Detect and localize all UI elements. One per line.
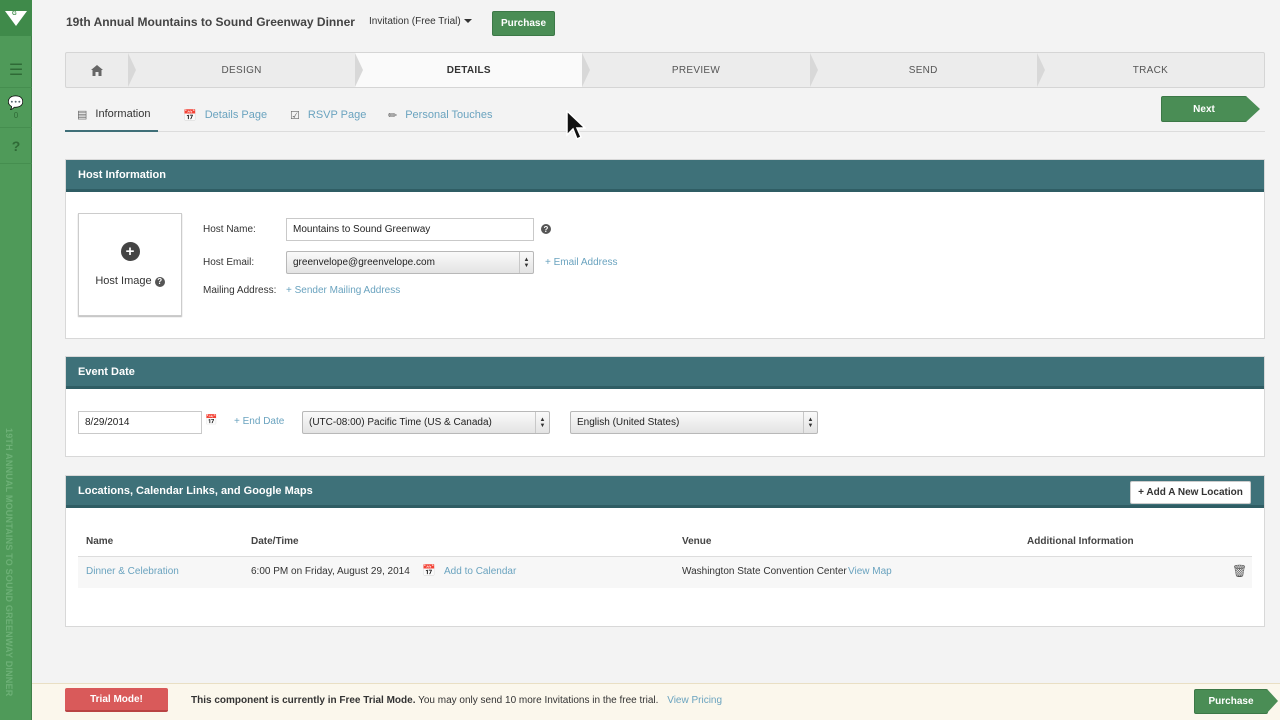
select-arrows-icon: ▲ ▼ — [535, 412, 549, 433]
host-information-panel: Host Information + Host Image ? Host Nam… — [65, 159, 1265, 339]
event-date-panel: Event Date 8/29/2014 📅 + End Date (UTC-0… — [65, 356, 1265, 457]
host-image-upload[interactable]: + Host Image ? — [78, 213, 182, 316]
host-image-label: Host Image — [95, 275, 152, 287]
step-details[interactable]: DETAILS — [355, 53, 591, 87]
tab-rsvp-page-label: RSVP Page — [307, 109, 367, 121]
view-map-link[interactable]: View Map — [848, 566, 892, 577]
help-circle-icon[interactable]: ? — [154, 276, 165, 287]
wizard-steps: DESIGN DETAILS PREVIEW SEND TRACK — [65, 52, 1265, 88]
host-information-header: Host Information — [66, 160, 1264, 192]
trial-message-bold: This component is currently in Free Tria… — [191, 695, 416, 706]
tab-details-page-label: Details Page — [204, 109, 268, 121]
step-send[interactable]: SEND — [810, 53, 1046, 87]
tab-information-label: Information — [95, 108, 151, 120]
host-name-label: Host Name: — [203, 224, 256, 235]
invitation-dropdown[interactable]: Invitation (Free Trial) — [369, 16, 472, 27]
mouse-cursor-icon — [566, 110, 586, 141]
invitation-dropdown-label: Invitation (Free Trial) — [369, 16, 461, 27]
mailing-address-label: Mailing Address: — [203, 285, 277, 296]
host-email-select[interactable]: greenvelope@greenvelope.com ▲ ▼ — [286, 251, 534, 274]
timezone-select[interactable]: (UTC-08:00) Pacific Time (US & Canada) ▲… — [302, 411, 550, 434]
trial-message: This component is currently in Free Tria… — [191, 695, 722, 706]
add-mailing-address-link[interactable]: + Sender Mailing Address — [286, 285, 400, 296]
trash-icon[interactable]: 🗑 — [1232, 564, 1247, 578]
add-to-calendar-link[interactable]: Add to Calendar — [444, 566, 516, 577]
locations-panel: Locations, Calendar Links, and Google Ma… — [65, 475, 1265, 627]
add-location-button[interactable]: + Add A New Location — [1130, 481, 1251, 504]
left-sidebar: G ☰ 💬 0 ? 19TH ANNUAL MOUNTAINS TO SOUND … — [0, 0, 32, 720]
tab-personal-touches[interactable]: ✏ Personal Touches — [388, 98, 492, 132]
location-name-link[interactable]: Dinner & Celebration — [86, 566, 179, 577]
select-arrows-icon: ▲ ▼ — [519, 252, 533, 273]
comment-count: 0 — [13, 111, 19, 120]
step-preview[interactable]: PREVIEW — [582, 53, 818, 87]
step-design[interactable]: DESIGN — [128, 53, 364, 87]
top-bar: 19th Annual Mountains to Sound Greenway … — [32, 0, 1280, 46]
event-title: 19th Annual Mountains to Sound Greenway … — [66, 15, 355, 29]
step-home[interactable] — [66, 53, 136, 87]
purchase-button[interactable]: Purchase — [492, 11, 555, 36]
plus-icon: + — [120, 242, 140, 261]
language-value: English (United States) — [577, 417, 680, 428]
host-name-help-icon[interactable]: ? — [541, 224, 551, 234]
form-icon: ▤ — [77, 108, 88, 121]
venue-name: Washington State Convention Center — [682, 566, 847, 577]
greenvelope-logo[interactable]: G — [0, 0, 32, 36]
sub-tabs: ▤ Information 📅 Details Page ☑ RSVP Page ✏ P… — [65, 98, 1265, 132]
add-email-link[interactable]: + Email Address — [545, 257, 618, 268]
table-row: Dinner & Celebration 6:00 PM on Friday, … — [78, 557, 1252, 588]
trial-mode-button[interactable]: Trial Mode! — [65, 688, 168, 712]
column-header-additional: Additional Information — [1027, 536, 1134, 547]
add-end-date-link[interactable]: + End Date — [234, 416, 284, 427]
tab-details-page[interactable]: 📅 Details Page — [183, 98, 267, 132]
locations-header: Locations, Calendar Links, and Google Ma… — [66, 476, 1264, 508]
location-datetime: 6:00 PM on Friday, August 29, 2014 — [251, 566, 410, 577]
menu-icon[interactable]: ☰ — [0, 52, 32, 88]
event-date-header: Event Date — [66, 357, 1264, 389]
column-header-name: Name — [86, 536, 114, 547]
next-button[interactable]: Next — [1161, 96, 1247, 122]
home-icon — [91, 64, 103, 76]
tab-rsvp-page[interactable]: ☑ RSVP Page — [290, 98, 366, 132]
timezone-value: (UTC-08:00) Pacific Time (US & Canada) — [309, 417, 492, 428]
tab-information[interactable]: ▤ Information — [65, 98, 159, 132]
calendar-picker-icon[interactable]: 📅 — [205, 415, 217, 426]
host-name-input[interactable]: Mountains to Sound Greenway — [286, 218, 534, 241]
host-email-value: greenvelope@greenvelope.com — [293, 257, 435, 268]
checkbox-icon: ☑ — [290, 109, 300, 122]
tab-personal-touches-label: Personal Touches — [405, 109, 493, 121]
calendar-icon: 📅 — [422, 565, 436, 577]
caret-down-icon — [463, 19, 472, 24]
step-track[interactable]: TRACK — [1037, 53, 1264, 87]
calendar-icon: 📅 — [183, 109, 197, 122]
column-header-datetime: Date/Time — [251, 536, 299, 547]
trial-bar: Trial Mode! This component is currently … — [32, 683, 1280, 720]
host-email-label: Host Email: — [203, 257, 255, 268]
purchase-arrow-icon[interactable] — [1267, 689, 1278, 713]
column-header-venue: Venue — [682, 536, 712, 547]
help-icon[interactable]: ? — [0, 128, 32, 164]
locations-table: Name Date/Time Venue Additional Informat… — [78, 508, 1252, 588]
language-select[interactable]: English (United States) ▲ ▼ — [570, 411, 818, 434]
sidebar-event-title: 19TH ANNUAL MOUNTAINS TO SOUND GREENWAY … — [4, 428, 14, 697]
next-arrow-icon[interactable] — [1246, 96, 1260, 122]
event-date-input[interactable]: 8/29/2014 — [78, 411, 202, 434]
select-arrows-icon: ▲ ▼ — [803, 412, 817, 433]
trial-message-rest: You may only send 10 more Invitations in… — [415, 695, 659, 706]
purchase-bottom-button[interactable]: Purchase — [1194, 689, 1268, 714]
comments-icon[interactable]: 💬 0 — [0, 88, 32, 128]
view-pricing-link[interactable]: View Pricing — [667, 695, 722, 706]
pen-icon: ✏ — [388, 109, 398, 122]
